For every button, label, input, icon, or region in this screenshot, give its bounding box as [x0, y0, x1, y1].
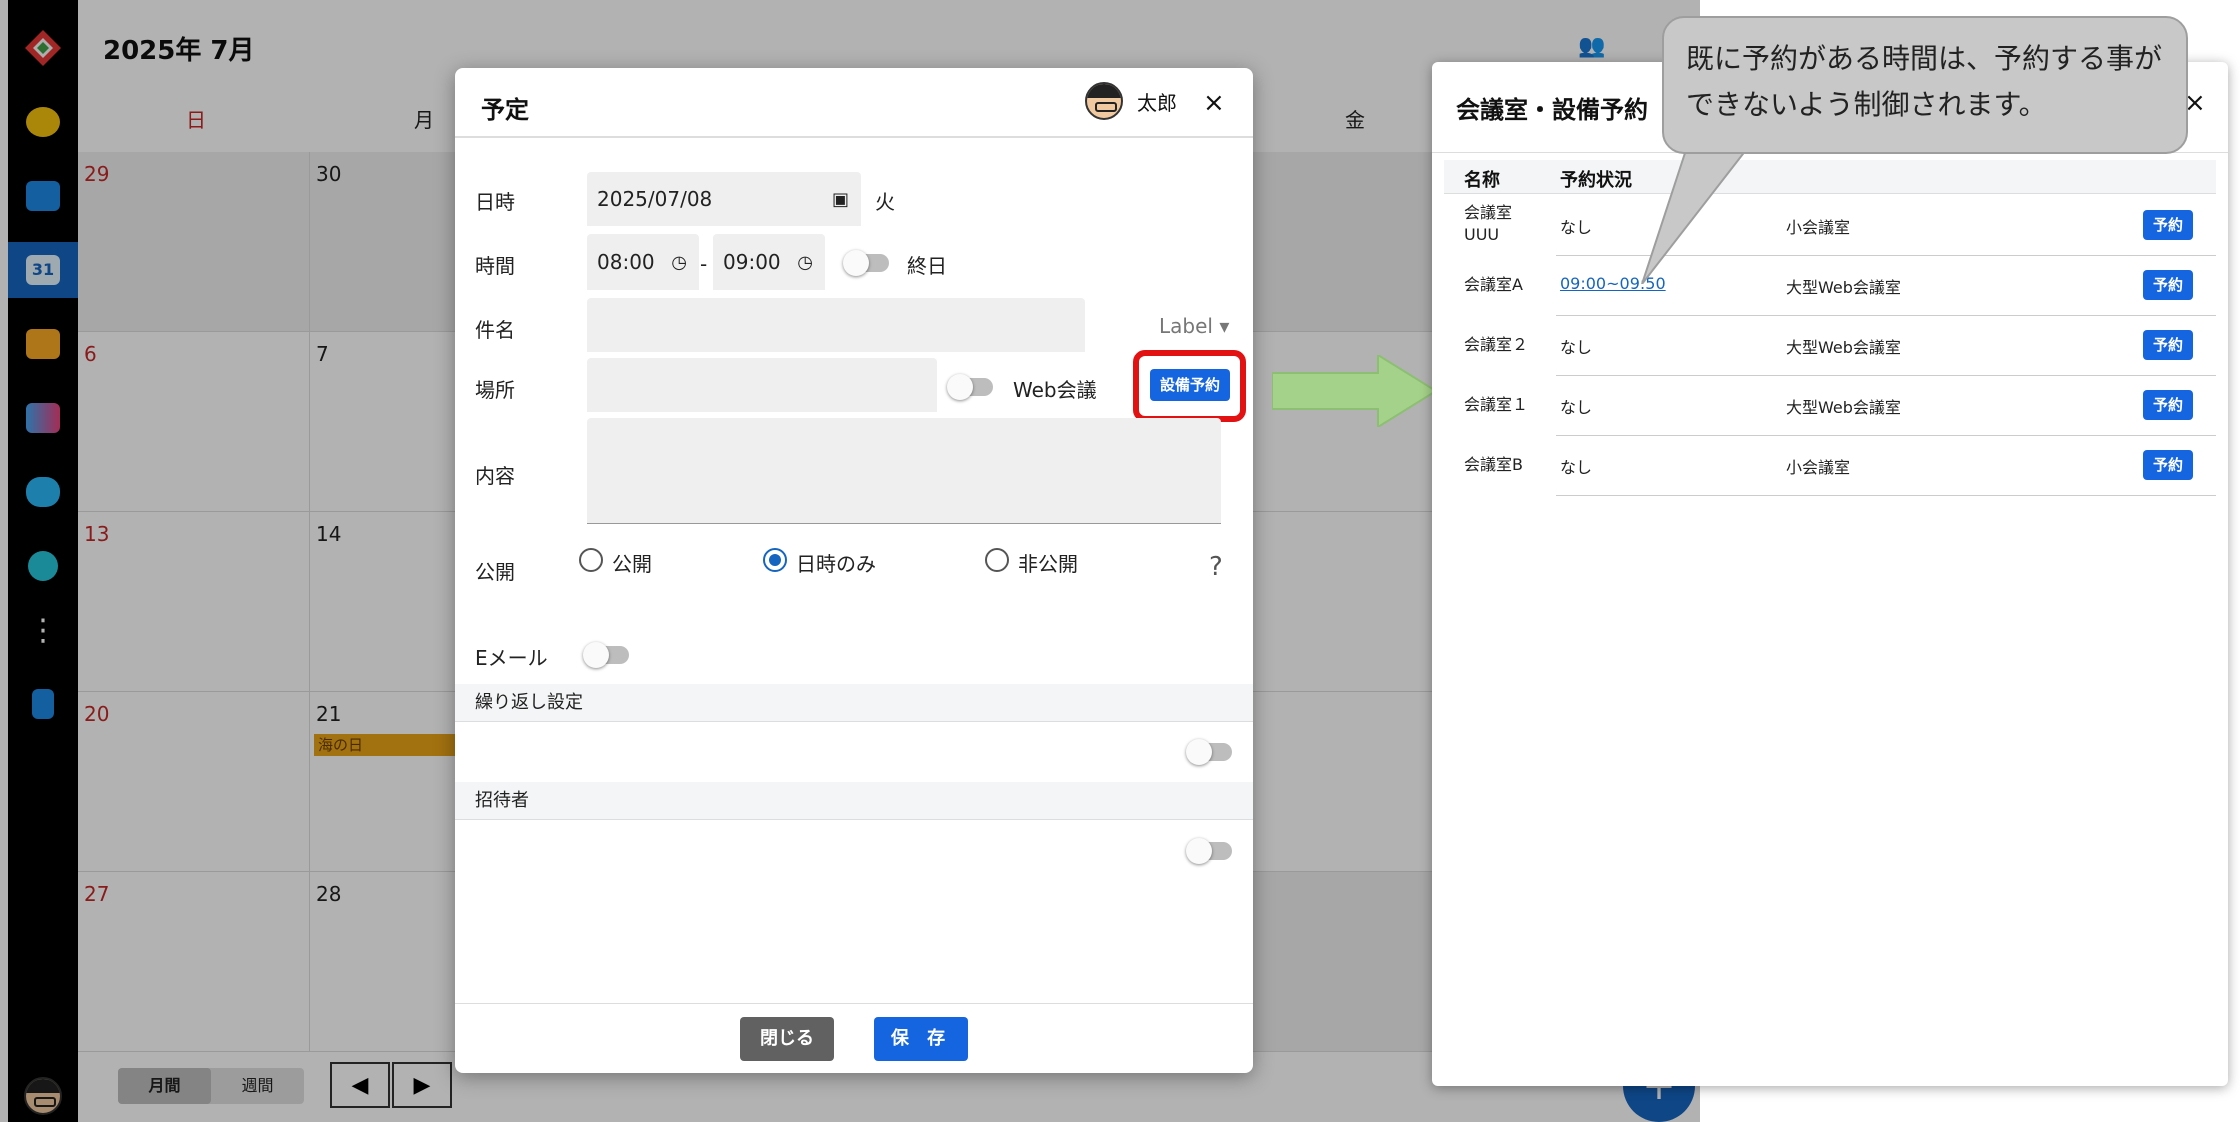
callout-bubble: 既に予約がある時間は、予約する事ができないよう制御されます。: [1662, 16, 2188, 154]
equipment-reservation-panel: 会議室・設備予約 × 名称 予約状況 会議室 UUU なし 小会議室 予約 会議…: [1432, 62, 2228, 1086]
invitee-toggle[interactable]: [1186, 838, 1232, 864]
room-name: 会議室B: [1464, 455, 1523, 474]
content-textarea[interactable]: [587, 418, 1221, 524]
radio-public-label: 公開: [612, 552, 652, 576]
reserve-button[interactable]: 予約: [2143, 210, 2193, 240]
arrow-right-icon: [1272, 355, 1438, 427]
room-name: 会議室 UUU: [1464, 203, 1513, 244]
date-label: 日時: [475, 190, 515, 214]
radio-private[interactable]: [985, 548, 1009, 572]
repeat-section-header: 繰り返し設定: [455, 684, 1253, 722]
label-dropdown[interactable]: Label ▾: [1159, 314, 1229, 338]
end-time-value: 09:00: [723, 250, 781, 274]
start-time-value: 08:00: [597, 250, 655, 274]
dialog-user: 太郎: [1085, 82, 1177, 120]
reserve-button[interactable]: 予約: [2143, 450, 2193, 480]
reserve-button[interactable]: 予約: [2143, 390, 2193, 420]
time-label: 時間: [475, 254, 515, 278]
repeat-toggle[interactable]: [1186, 739, 1232, 765]
room-type: 小会議室: [1786, 218, 1851, 237]
end-time-input[interactable]: 09:00 ◷: [713, 234, 825, 290]
room-name: 会議室A: [1464, 275, 1523, 294]
visibility-label: 公開: [475, 560, 515, 584]
room-name: 会議室１: [1464, 395, 1529, 414]
room-status: なし: [1560, 218, 1593, 237]
email-label: Eメール: [475, 646, 548, 670]
room-status: なし: [1560, 338, 1593, 357]
invitee-section-header: 招待者: [455, 782, 1253, 820]
weekday-label: 火: [875, 190, 895, 214]
reserve-button[interactable]: 予約: [2143, 270, 2193, 300]
content-label: 内容: [475, 464, 515, 488]
dialog-footer: [455, 1003, 1253, 1073]
help-icon[interactable]: ?: [1209, 552, 1223, 582]
email-toggle[interactable]: [583, 642, 629, 668]
calendar-picker-icon[interactable]: ▣: [832, 189, 849, 210]
room-status: なし: [1560, 398, 1593, 417]
clock-icon[interactable]: ◷: [671, 252, 687, 273]
callout-pointer: [1641, 150, 1748, 284]
table-row: 会議室１ なし 大型Web会議室 予約: [1444, 376, 2216, 436]
room-type: 大型Web会議室: [1786, 398, 1901, 417]
subject-label: 件名: [475, 318, 515, 342]
table-row: 会議室 UUU なし 小会議室 予約: [1444, 196, 2216, 256]
radio-public[interactable]: [579, 548, 603, 572]
radio-datetime-only-label: 日時のみ: [796, 552, 876, 576]
table-row: 会議室A 09:00~09:50 大型Web会議室 予約: [1444, 256, 2216, 316]
radio-private-label: 非公開: [1018, 552, 1078, 576]
save-button[interactable]: 保 存: [874, 1017, 968, 1061]
user-name: 太郎: [1137, 90, 1177, 115]
equipment-reservation-button[interactable]: 設備予約: [1150, 369, 1230, 401]
time-separator: -: [700, 252, 708, 276]
user-avatar: [1085, 82, 1123, 120]
dialog-title: 予定: [481, 96, 529, 124]
dialog-header: 予定 太郎 ×: [455, 68, 1253, 138]
place-label: 場所: [475, 378, 515, 402]
row-divider: [1556, 495, 2216, 496]
subject-input[interactable]: [587, 298, 1085, 352]
panel-title: 会議室・設備予約: [1456, 96, 1648, 124]
room-name: 会議室２: [1464, 335, 1529, 354]
close-icon[interactable]: ×: [1203, 88, 1225, 118]
date-input[interactable]: 2025/07/08 ▣: [587, 172, 861, 226]
allday-label: 終日: [907, 254, 947, 278]
radio-datetime-only[interactable]: [763, 548, 787, 572]
table-row: 会議室B なし 小会議室 予約: [1444, 436, 2216, 496]
allday-toggle[interactable]: [843, 250, 889, 276]
date-value: 2025/07/08: [597, 187, 713, 211]
reserve-button[interactable]: 予約: [2143, 330, 2193, 360]
room-status: なし: [1560, 458, 1593, 477]
col-status: 予約状況: [1560, 170, 1632, 191]
room-type: 大型Web会議室: [1786, 278, 1901, 297]
clock-icon[interactable]: ◷: [797, 252, 813, 273]
room-type: 大型Web会議室: [1786, 338, 1901, 357]
col-name: 名称: [1464, 170, 1500, 191]
table-row: 会議室２ なし 大型Web会議室 予約: [1444, 316, 2216, 376]
start-time-input[interactable]: 08:00 ◷: [587, 234, 699, 290]
close-button[interactable]: 閉じる: [740, 1017, 834, 1061]
web-meeting-toggle[interactable]: [947, 374, 993, 400]
place-input[interactable]: [587, 358, 937, 412]
room-type: 小会議室: [1786, 458, 1851, 477]
table-header: 名称 予約状況: [1444, 160, 2216, 194]
web-meeting-label: Web会議: [1013, 378, 1097, 402]
schedule-dialog: 予定 太郎 × 日時 2025/07/08 ▣ 火 時間 08:00 ◷ - 0…: [455, 68, 1253, 1073]
